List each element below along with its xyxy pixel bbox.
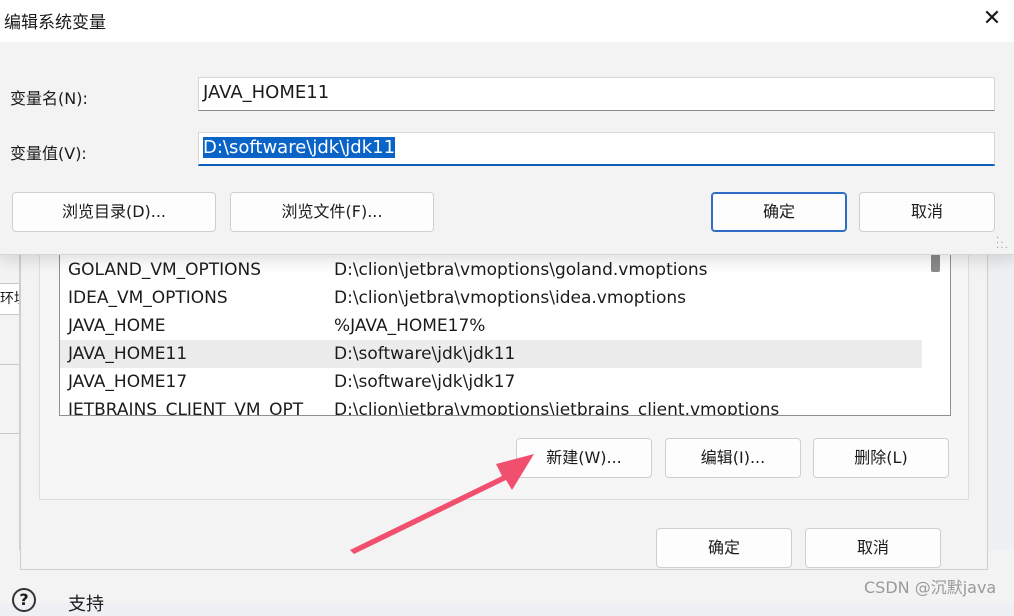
cancel-button[interactable]: 取消: [859, 192, 995, 232]
variable-value: D:\clion\jetbra\vmoptions\idea.vmoptions: [334, 288, 687, 308]
variable-name-field[interactable]: JAVA_HOME11: [198, 77, 995, 111]
background-input-text: 环境: [0, 291, 19, 307]
variable-name: JAVA_HOME11: [68, 344, 188, 364]
variable-name-label: 变量名(N):: [10, 89, 88, 108]
variable-value: D:\clion\jetbra\vmoptions\goland.vmoptio…: [334, 260, 708, 280]
variable-value-label: 变量值(V):: [10, 144, 87, 163]
help-link[interactable]: 支持: [68, 590, 104, 616]
list-item-selected[interactable]: JAVA_HOME11 D:\software\jdk\jdk11: [60, 340, 922, 368]
resize-grip-icon[interactable]: · · · · · ·: [996, 234, 1012, 254]
list-item[interactable]: JAVA_HOME %JAVA_HOME17%: [60, 312, 922, 340]
variable-value: D:\software\jdk\jdk17: [334, 372, 516, 392]
variable-name: GOLAND_VM_OPTIONS: [68, 260, 262, 280]
help-icon[interactable]: ?: [12, 588, 36, 612]
variable-value: D:\clion\jetbra\vmoptions\jetbrains_clie…: [334, 400, 780, 416]
list-item[interactable]: JETBRAINS_CLIENT_VM_OPT D:\clion\jetbra\…: [60, 396, 922, 416]
ok-button[interactable]: 确定: [711, 192, 847, 232]
edit-variable-button[interactable]: 编辑(I)...: [665, 438, 801, 478]
watermark: CSDN @沉默java: [864, 578, 997, 597]
dialog-title: 编辑系统变量: [4, 13, 106, 33]
variable-name: JAVA_HOME: [68, 316, 166, 336]
env-ok-button[interactable]: 确定: [656, 528, 792, 568]
env-cancel-button[interactable]: 取消: [805, 528, 941, 568]
list-scrollbar[interactable]: [929, 248, 943, 416]
edit-system-variable-dialog: 编辑系统变量 ✕ 变量名(N): JAVA_HOME11 变量值(V): D:\…: [0, 0, 1014, 255]
annotation-arrow-icon: [350, 454, 534, 554]
browse-directory-button[interactable]: 浏览目录(D)...: [12, 192, 216, 232]
system-variables-list[interactable]: GOLAND_VM_OPTIONS D:\clion\jetbra\vmopti…: [59, 248, 951, 416]
list-item[interactable]: JAVA_HOME17 D:\software\jdk\jdk17: [60, 368, 922, 396]
variable-value-field[interactable]: D:\software\jdk\jdk11: [198, 132, 995, 166]
background-divider: [0, 433, 20, 434]
variable-value: D:\software\jdk\jdk11: [334, 344, 516, 364]
background-input: 环境: [0, 283, 20, 315]
variable-value: %JAVA_HOME17%: [334, 316, 486, 336]
background-divider: [0, 364, 20, 365]
list-item[interactable]: IDEA_VM_OPTIONS D:\clion\jetbra\vmoption…: [60, 284, 922, 312]
variable-name: JAVA_HOME17: [68, 372, 188, 392]
variable-name: IDEA_VM_OPTIONS: [68, 288, 228, 308]
scrollbar-thumb[interactable]: [931, 252, 940, 272]
list-item[interactable]: GOLAND_VM_OPTIONS D:\clion\jetbra\vmopti…: [60, 256, 922, 284]
selected-text: D:\software\jdk\jdk11: [203, 137, 396, 158]
dialog-titlebar: 编辑系统变量 ✕: [0, 0, 1014, 42]
variable-name: JETBRAINS_CLIENT_VM_OPT: [68, 400, 304, 416]
browse-file-button[interactable]: 浏览文件(F)...: [230, 192, 434, 232]
close-icon[interactable]: ✕: [978, 4, 1006, 34]
delete-variable-button[interactable]: 删除(L): [813, 438, 949, 478]
